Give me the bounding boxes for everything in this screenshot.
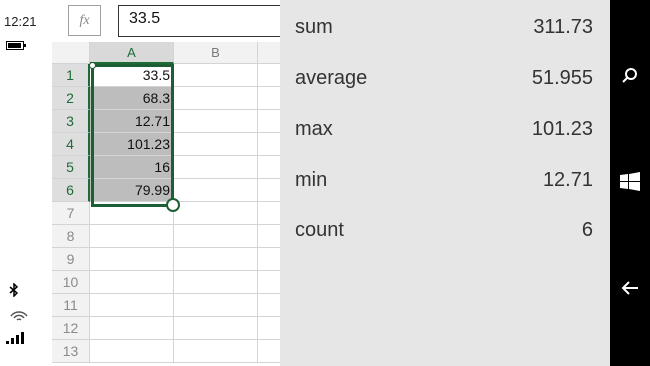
column-header-c[interactable]: [258, 42, 280, 64]
cell-b1[interactable]: [174, 64, 258, 87]
navigation-bar: [610, 0, 650, 366]
cell-c1[interactable]: [258, 64, 280, 87]
selection-start-handle[interactable]: [89, 62, 96, 69]
cell-a11[interactable]: [90, 294, 174, 317]
row-header[interactable]: 12: [52, 317, 90, 340]
cell-b8[interactable]: [174, 225, 258, 248]
stat-row-average: average 51.955: [295, 67, 593, 97]
cell-a7[interactable]: [90, 202, 174, 225]
row-header[interactable]: 4: [52, 133, 90, 156]
row-header[interactable]: 8: [52, 225, 90, 248]
row-header[interactable]: 11: [52, 294, 90, 317]
cell-a4[interactable]: 101.23: [90, 133, 174, 156]
row-header[interactable]: 5: [52, 156, 90, 179]
back-icon[interactable]: [618, 276, 642, 300]
cell-c3[interactable]: [258, 110, 280, 133]
row-header[interactable]: 10: [52, 271, 90, 294]
stat-value: 311.73: [533, 16, 593, 38]
stat-value: 101.23: [531, 118, 593, 140]
cell-a2[interactable]: 68.3: [90, 87, 174, 110]
cell-b7[interactable]: [174, 202, 258, 225]
stat-label: count: [295, 219, 344, 241]
cell-a9[interactable]: [90, 248, 174, 271]
cell-b12[interactable]: [174, 317, 258, 340]
cell-a8[interactable]: [90, 225, 174, 248]
search-icon[interactable]: [618, 64, 642, 88]
formula-input[interactable]: 33.5: [118, 5, 280, 37]
selection-end-handle[interactable]: [166, 198, 180, 212]
row-header[interactable]: 2: [52, 87, 90, 110]
battery-icon: [6, 41, 26, 50]
row-header[interactable]: 6: [52, 179, 90, 202]
stat-row-sum: sum 311.73: [295, 16, 593, 46]
stat-label: sum: [295, 16, 333, 38]
stat-row-max: max 101.23: [295, 118, 593, 148]
stat-value: 6: [581, 219, 593, 241]
cell-a6[interactable]: 79.99: [90, 179, 174, 202]
cell-a5[interactable]: 16: [90, 156, 174, 179]
cell-a1[interactable]: 33.5: [90, 64, 174, 87]
stat-value: 12.71: [542, 169, 593, 191]
cell-c12[interactable]: [258, 317, 280, 340]
status-bar: 12:21: [0, 0, 52, 366]
bluetooth-icon: [9, 282, 19, 300]
cell-c4[interactable]: [258, 133, 280, 156]
windows-icon[interactable]: [618, 170, 642, 194]
cell-b3[interactable]: [174, 110, 258, 133]
row-header[interactable]: 7: [52, 202, 90, 225]
row-header[interactable]: 1: [52, 64, 90, 87]
column-header-b[interactable]: B: [174, 42, 258, 64]
stat-label: min: [295, 169, 328, 191]
cell-a12[interactable]: [90, 317, 174, 340]
cell-c6[interactable]: [258, 179, 280, 202]
cell-b2[interactable]: [174, 87, 258, 110]
statistics-panel: sum 311.73 average 51.955 max 101.23 min 12.71 c…: [280, 0, 610, 366]
cell-a3[interactable]: 12.71: [90, 110, 174, 133]
cell-b11[interactable]: [174, 294, 258, 317]
cell-c10[interactable]: [258, 271, 280, 294]
stat-row-count: count 6: [295, 219, 593, 249]
clock: 12:21: [4, 14, 37, 29]
cell-b13[interactable]: [174, 340, 258, 363]
cell-c13[interactable]: [258, 340, 280, 363]
cell-b10[interactable]: [174, 271, 258, 294]
signal-icon: [6, 330, 28, 344]
cell-b5[interactable]: [174, 156, 258, 179]
cell-c9[interactable]: [258, 248, 280, 271]
function-button[interactable]: fx: [68, 5, 101, 36]
column-header-a[interactable]: A: [90, 42, 174, 64]
cell-a13[interactable]: [90, 340, 174, 363]
stat-label: average: [295, 67, 368, 89]
cell-c7[interactable]: [258, 202, 280, 225]
row-header[interactable]: 13: [52, 340, 90, 363]
cell-b6[interactable]: [174, 179, 258, 202]
stat-row-min: min 12.71: [295, 169, 593, 199]
row-header[interactable]: 3: [52, 110, 90, 133]
cell-c8[interactable]: [258, 225, 280, 248]
cell-c2[interactable]: [258, 87, 280, 110]
row-header[interactable]: 9: [52, 248, 90, 271]
cell-b4[interactable]: [174, 133, 258, 156]
cell-a10[interactable]: [90, 271, 174, 294]
wifi-icon: [9, 306, 29, 322]
select-all-corner[interactable]: [52, 42, 90, 64]
cell-b9[interactable]: [174, 248, 258, 271]
cell-c11[interactable]: [258, 294, 280, 317]
cell-c5[interactable]: [258, 156, 280, 179]
stat-value: 51.955: [531, 67, 593, 89]
stat-label: max: [295, 118, 333, 140]
